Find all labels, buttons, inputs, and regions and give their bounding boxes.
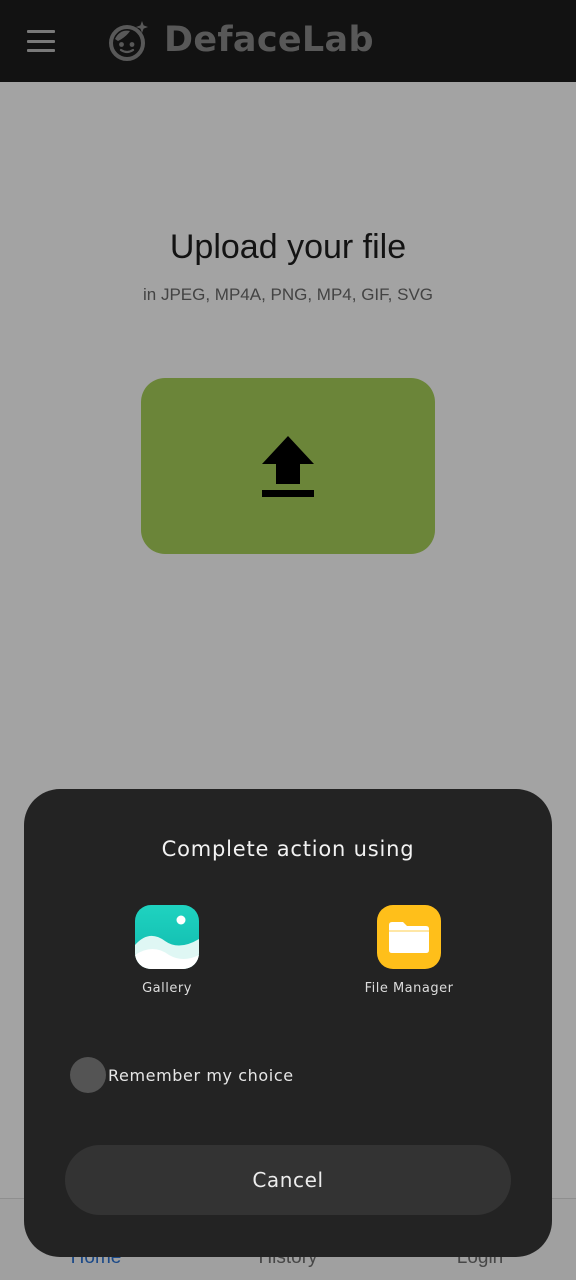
remember-radio[interactable] bbox=[70, 1057, 106, 1093]
file-manager-option[interactable]: File Manager bbox=[334, 905, 484, 996]
gallery-label: Gallery bbox=[142, 981, 192, 996]
file-manager-label: File Manager bbox=[364, 981, 454, 996]
remember-label: Remember my choice bbox=[108, 1065, 294, 1085]
app-chooser-dialog: Complete action using Gallery File Manag… bbox=[24, 789, 552, 1257]
remember-choice[interactable]: Remember my choice bbox=[70, 1057, 294, 1093]
dialog-title: Complete action using bbox=[161, 837, 415, 861]
gallery-option[interactable]: Gallery bbox=[92, 905, 242, 996]
folder-icon bbox=[377, 905, 441, 969]
cancel-button[interactable]: Cancel bbox=[65, 1145, 511, 1215]
gallery-icon bbox=[135, 905, 199, 969]
